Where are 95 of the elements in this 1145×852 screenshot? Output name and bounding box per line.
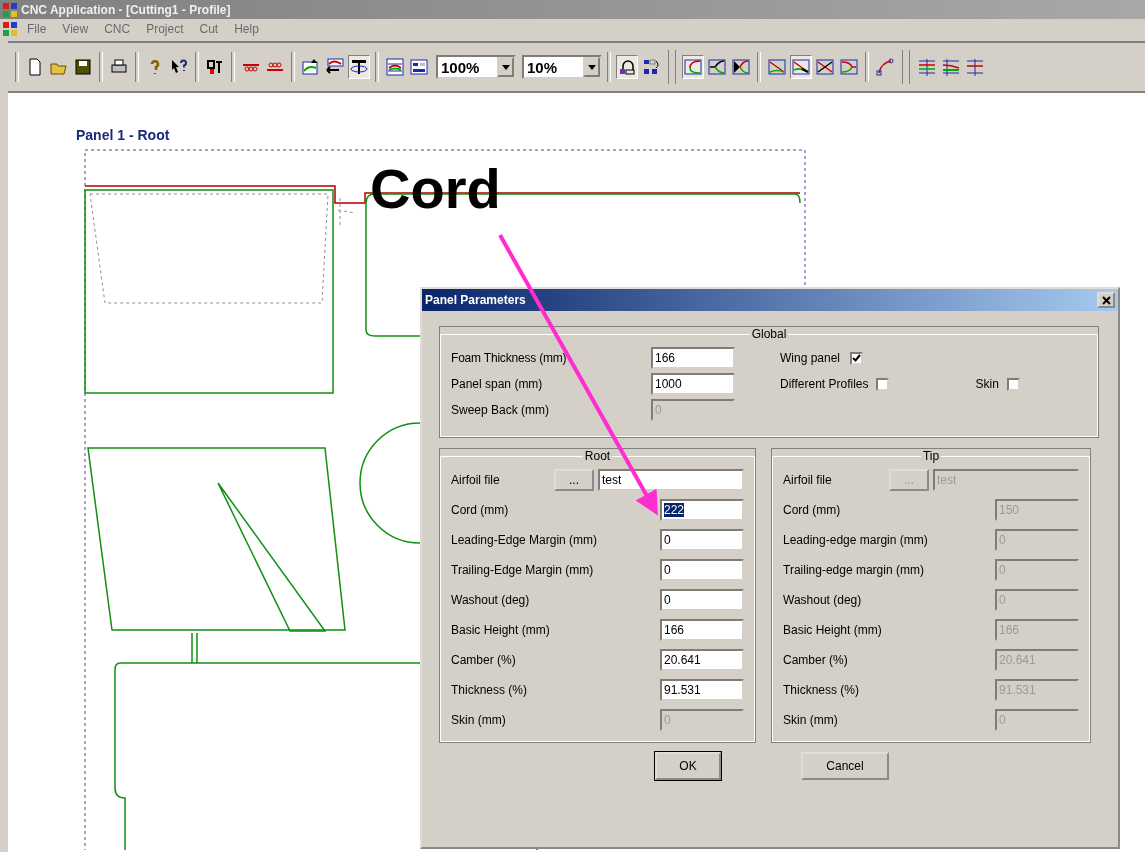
checkbox[interactable] <box>1006 377 1020 391</box>
dotted-line-icon <box>242 62 260 72</box>
group-title: Root <box>583 449 612 463</box>
field-label: Sweep Back (mm) <box>451 403 551 417</box>
spline-icon <box>876 58 894 76</box>
field-label: Leading-edge margin (mm) <box>783 533 929 547</box>
menu-item[interactable]: Project <box>139 22 191 36</box>
toolbar-grip[interactable] <box>902 50 910 84</box>
field-label: Foam Thickness (mm) <box>451 351 568 365</box>
menu-item[interactable]: View <box>55 22 96 36</box>
checkbox[interactable] <box>850 351 864 365</box>
curve-branch-icon <box>708 58 726 76</box>
field-label: Trailing-Edge Margin (mm) <box>451 563 595 577</box>
field-label: Skin (mm) <box>783 713 839 727</box>
menu-item[interactable]: CNC <box>97 22 138 36</box>
panel-label: Panel 1 - Root <box>76 127 170 143</box>
layout-icon <box>410 58 428 76</box>
text-field[interactable]: 91.531 <box>660 679 744 701</box>
curve-join-icon <box>840 58 858 76</box>
grid-lines-icon <box>966 58 984 76</box>
checkbox-label: Different Profiles <box>780 377 869 391</box>
curve-open-icon <box>684 58 702 76</box>
reorder-icon <box>642 58 660 76</box>
text-field[interactable]: 0 <box>660 589 744 611</box>
app-logo-icon <box>2 21 18 37</box>
field-label: Cord (mm) <box>451 503 510 517</box>
field-label: Camber (%) <box>783 653 849 667</box>
text-field[interactable]: 20.641 <box>660 649 744 671</box>
menu-item[interactable]: Cut <box>192 22 226 36</box>
profile-swap-icon <box>326 58 344 76</box>
ok-button[interactable]: OK <box>655 752 721 780</box>
text-field[interactable]: 222 <box>660 499 744 521</box>
dropdown-button[interactable] <box>583 57 600 77</box>
checkbox[interactable] <box>876 377 890 391</box>
dropdown-caret-icon <box>587 64 596 70</box>
dropdown-caret-icon <box>501 64 510 70</box>
dotted-line-icon <box>266 62 284 72</box>
field-label: Basic Height (mm) <box>783 623 883 637</box>
context-help-icon <box>170 58 188 76</box>
checkbox-label: Skin <box>975 377 999 391</box>
text-tool-icon <box>350 58 368 76</box>
zoom-combo[interactable]: 100% <box>436 55 516 79</box>
field-label: Trailing-edge margin (mm) <box>783 563 925 577</box>
curve-slope-icon <box>768 58 786 76</box>
group-title: Tip <box>921 449 941 463</box>
menu-item[interactable]: File <box>20 22 54 36</box>
checkbox-label: Wing panel <box>780 351 841 365</box>
toolbar-grip[interactable] <box>668 50 676 84</box>
window-title: CNC Application - [Cutting1 - Profile] <box>21 2 231 17</box>
field-label: Thickness (%) <box>451 683 528 697</box>
close-button[interactable] <box>1097 292 1115 308</box>
curve-cross-icon <box>816 58 834 76</box>
text-field[interactable]: 166 <box>651 347 735 369</box>
text-field[interactable]: 0 <box>660 559 744 581</box>
field-label: Washout (deg) <box>783 593 863 607</box>
text-field[interactable]: 0 <box>660 529 744 551</box>
text-field[interactable]: 1000 <box>651 373 735 395</box>
cancel-button[interactable]: Cancel <box>801 752 889 780</box>
check-icon <box>852 354 862 362</box>
grid-lines-icon <box>942 58 960 76</box>
profile-stack-icon <box>386 58 404 76</box>
dialog-title: Panel Parameters <box>425 293 526 307</box>
curve-cross-icon <box>732 58 750 76</box>
zoom-value: 100% <box>440 58 480 76</box>
cutter-icon <box>206 58 224 76</box>
field-label: Panel span (mm) <box>451 377 544 391</box>
dropdown-button[interactable] <box>497 57 514 77</box>
file-field[interactable]: test <box>598 469 744 491</box>
field-label: Washout (deg) <box>451 593 531 607</box>
field-label: Leading-Edge Margin (mm) <box>451 533 599 547</box>
field-label: Airfoil file <box>783 473 832 487</box>
field-label: Airfoil file <box>451 473 500 487</box>
new-file-icon <box>26 58 44 76</box>
group-title: Global <box>750 327 788 341</box>
browse-button[interactable]: ... <box>554 469 594 491</box>
field-label: Basic Height (mm) <box>451 623 551 637</box>
print-icon <box>110 58 128 76</box>
curve-slope-icon <box>792 58 810 76</box>
field-label: Skin (mm) <box>451 713 507 727</box>
field-label: Thickness (%) <box>783 683 860 697</box>
close-icon <box>1101 295 1111 305</box>
step-value: 10% <box>526 58 558 76</box>
text-field[interactable]: 166 <box>660 619 744 641</box>
grid-lines-icon <box>918 58 936 76</box>
field-label: Camber (%) <box>451 653 517 667</box>
toolbar-button[interactable] <box>790 55 812 79</box>
step-combo[interactable]: 10% <box>522 55 602 79</box>
toolbar-button[interactable] <box>348 55 370 79</box>
profile-up-icon <box>302 58 320 76</box>
toolbar-button[interactable] <box>616 55 638 79</box>
loop-arrow-icon <box>618 58 636 76</box>
menu-item[interactable]: Help <box>227 22 266 36</box>
save-icon <box>74 58 92 76</box>
field-label: Cord (mm) <box>783 503 842 517</box>
app-logo-icon <box>2 1 18 18</box>
